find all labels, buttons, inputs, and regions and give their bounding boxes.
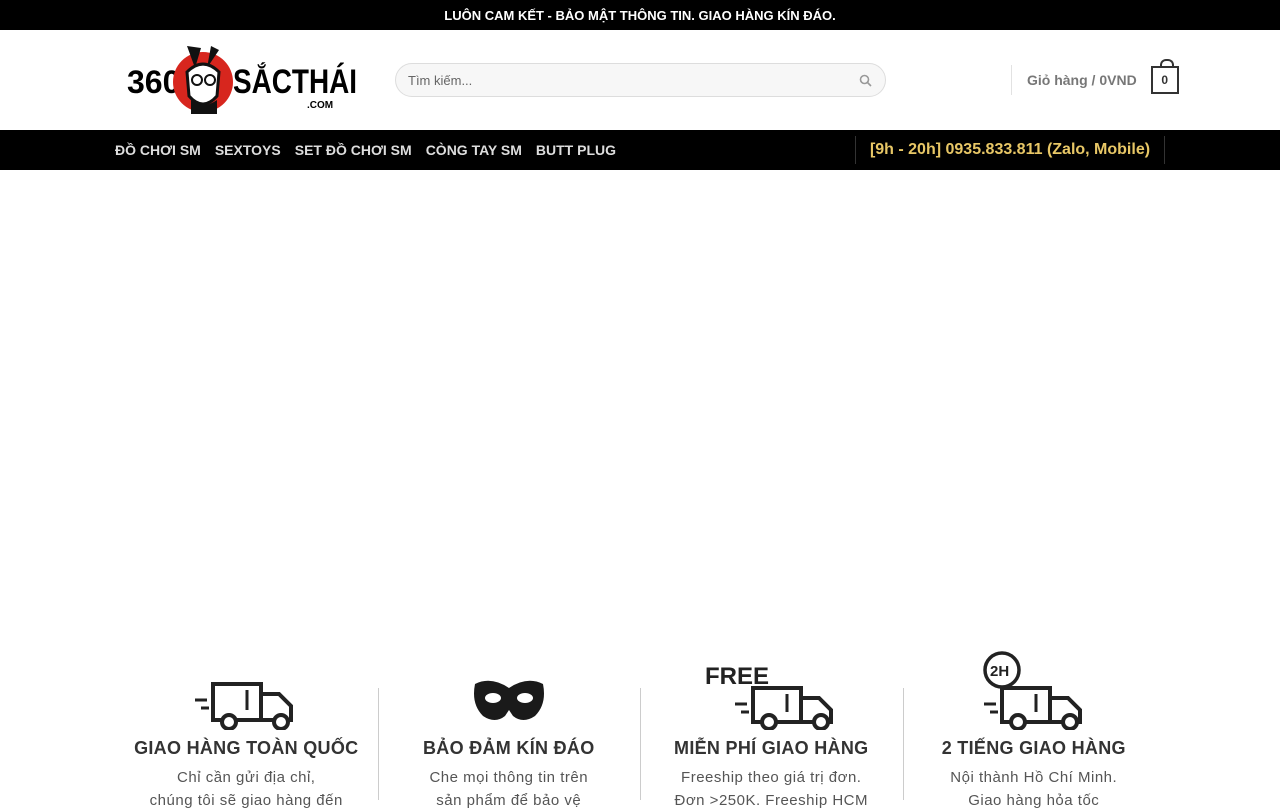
feature-nationwide-shipping: GIAO HÀNG TOÀN QUỐC Chỉ cần gửi địa chỉ,… (115, 640, 378, 809)
nav-item-sextoys[interactable]: SEXTOYS (215, 142, 281, 158)
feature-desc: Freeship theo giá trị đơn. Đơn >250K. Fr… (640, 766, 903, 812)
feature-desc-line: Freeship theo giá trị đơn. (681, 769, 862, 786)
feature-desc: Che mọi thông tin trên sản phẩm để bảo v… (378, 766, 641, 812)
logo-graphic: 360 SẮCTHÁI .COM (127, 46, 357, 114)
feature-desc: Nội thành Hồ Chí Minh. Giao hàng hỏa tốc (903, 766, 1166, 812)
feature-free-shipping: FREE MIỄN PHÍ GIAO HÀNG Freeship theo gi… (640, 640, 903, 809)
cart-link[interactable]: Giỏ hàng / 0VND 0 (1011, 59, 1179, 95)
logo-wordmark: SẮCTHÁI (233, 63, 357, 101)
truck-icon (115, 640, 378, 730)
logo-number: 360 (127, 64, 180, 100)
site-logo[interactable]: 360 SẮCTHÁI .COM (125, 38, 365, 118)
nav-item-butt-plug[interactable]: BUTT PLUG (536, 142, 616, 158)
feature-desc: Chỉ cần gửi địa chỉ, chúng tôi sẽ giao h… (115, 766, 378, 812)
mask-icon (378, 640, 641, 730)
announcement-text: LUÔN CAM KẾT - BẢO MẬT THÔNG TIN. GIAO H… (444, 7, 836, 23)
free-truck-icon: FREE (640, 640, 903, 730)
feature-desc-line: Đơn >250K. Freeship HCM (674, 792, 868, 809)
feature-title: MIỄN PHÍ GIAO HÀNG (674, 738, 869, 758)
search-bar (395, 63, 886, 97)
nav-item-do-choi-sm[interactable]: ĐỒ CHƠI SM (115, 142, 201, 158)
feature-desc-line: Giao hàng hỏa tốc (968, 792, 1100, 809)
free-badge: FREE (705, 663, 769, 690)
feature-desc-line: sản phẩm để bảo vệ (436, 792, 582, 809)
cart-bag-icon[interactable]: 0 (1150, 59, 1179, 94)
feature-2h-delivery: 2H 2 TIẾNG GIAO HÀNG Nội thành Hồ Chí Mi… (902, 640, 1166, 809)
feature-desc-line: Chỉ cần gửi địa chỉ, (177, 769, 316, 786)
feature-desc-line: chúng tôi sẽ giao hàng đến (149, 792, 343, 809)
search-icon[interactable] (857, 72, 873, 88)
feature-title: 2 TIẾNG GIAO HÀNG (941, 738, 1126, 758)
2h-badge: 2H (990, 663, 1009, 680)
hotline-text: [9h - 20h] 0935.833.811 (Zalo, Mobile) (869, 141, 1151, 158)
feature-title: BẢO ĐẢM KÍN ĐÁO (423, 738, 595, 758)
feature-discreet-packaging: BẢO ĐẢM KÍN ĐÁO Che mọi thông tin trên s… (377, 640, 641, 809)
feature-title: GIAO HÀNG TOÀN QUỐC (134, 738, 359, 758)
feature-desc-line: Nội thành Hồ Chí Minh. (950, 769, 1118, 786)
cart-count: 0 (1161, 73, 1169, 87)
search-input[interactable] (408, 72, 857, 88)
header: 360 SẮCTHÁI .COM Giỏ hàng / 0VND 0 (0, 30, 1280, 130)
nav-item-set-do-choi-sm[interactable]: SET ĐỒ CHƠI SM (295, 142, 412, 158)
logo-domain: .COM (307, 100, 333, 111)
hotline-link[interactable]: [9h - 20h] 0935.833.811 (Zalo, Mobile) (855, 136, 1165, 164)
main-nav: ĐỒ CHƠI SM SEXTOYS SET ĐỒ CHƠI SM CÒNG T… (0, 130, 1280, 170)
2h-truck-icon: 2H (903, 640, 1166, 730)
feature-desc-line: Che mọi thông tin trên (429, 769, 589, 786)
nav-item-cong-tay-sm[interactable]: CÒNG TAY SM (426, 142, 522, 158)
nav-menu: ĐỒ CHƠI SM SEXTOYS SET ĐỒ CHƠI SM CÒNG T… (115, 130, 630, 170)
cart-label: Giỏ hàng / 0VND (1027, 72, 1137, 88)
announcement-bar: LUÔN CAM KẾT - BẢO MẬT THÔNG TIN. GIAO H… (0, 0, 1280, 30)
feature-strip: GIAO HÀNG TOÀN QUỐC Chỉ cần gửi địa chỉ,… (115, 640, 1166, 809)
